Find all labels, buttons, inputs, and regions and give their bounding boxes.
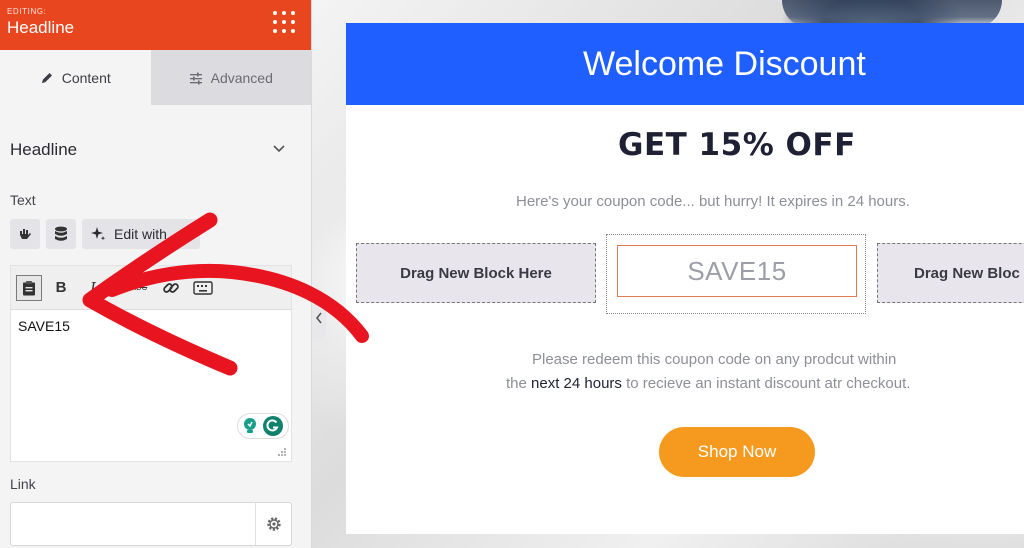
grid-menu-icon[interactable] xyxy=(273,11,295,33)
hands-icon xyxy=(20,229,31,239)
gear-icon xyxy=(266,517,281,531)
redeem-line-2: the next 24 hours to recieve an instant … xyxy=(506,372,966,396)
tab-content-label: Content xyxy=(61,69,111,86)
lightbulb-icon xyxy=(244,418,256,433)
section-title[interactable]: Headline xyxy=(10,140,77,160)
redeem-post: to recieve an instant discount atr check… xyxy=(621,375,911,392)
keyboard-icon xyxy=(193,280,213,295)
edit-with-label: Edit with xyxy=(114,226,167,242)
text-field-label: Text xyxy=(10,192,36,208)
shop-now-button[interactable]: Shop Now xyxy=(659,427,815,477)
coupon-code[interactable]: SAVE15 xyxy=(617,245,857,297)
tab-content[interactable]: Content xyxy=(0,50,151,105)
link-field-label: Link xyxy=(10,476,36,492)
connection-button[interactable] xyxy=(10,219,40,249)
editor-toolbar: B I ABC xyxy=(11,266,291,310)
bold-button[interactable]: B xyxy=(48,275,74,301)
chevron-left-icon xyxy=(315,312,322,324)
redeem-pre: the xyxy=(506,375,532,392)
sliders-icon xyxy=(189,72,202,84)
editor-content[interactable]: SAVE15 xyxy=(11,310,291,342)
clipboard-icon xyxy=(23,280,35,295)
paste-button[interactable] xyxy=(16,274,42,301)
link-button[interactable] xyxy=(158,275,184,301)
pencil-icon xyxy=(41,72,52,83)
edit-with-ai-button[interactable]: Edit with xyxy=(82,219,200,249)
redeem-text[interactable]: Please redeem this coupon code on any pr… xyxy=(506,348,966,396)
keyboard-button[interactable] xyxy=(190,275,216,301)
strikethrough-button[interactable]: ABC xyxy=(126,275,152,301)
grammarly-icon xyxy=(263,416,283,436)
resize-handle-icon[interactable] xyxy=(277,447,287,457)
tab-advanced[interactable]: Advanced xyxy=(150,50,311,105)
database-icon xyxy=(55,226,67,241)
chevron-down-icon[interactable] xyxy=(272,143,286,155)
popup-canvas: Welcome Discount GET 15% OFF Here's your… xyxy=(346,23,1024,534)
redeem-strong: next 24 hours xyxy=(531,375,622,392)
link-icon xyxy=(163,282,179,293)
popup-header[interactable]: Welcome Discount xyxy=(346,23,1024,105)
expiry-subtext[interactable]: Here's your coupon code... but hurry! It… xyxy=(516,193,910,210)
sidebar-collapse-handle[interactable] xyxy=(312,296,326,340)
sidebar-tabs: Content Advanced xyxy=(0,50,311,105)
sidebar-title: Headline xyxy=(7,18,75,37)
coupon-block[interactable]: SAVE15 xyxy=(606,234,866,314)
drag-block-placeholder-right[interactable]: Drag New Bloc xyxy=(877,243,1024,303)
link-settings-button[interactable] xyxy=(255,503,291,545)
redeem-line-1: Please redeem this coupon code on any pr… xyxy=(532,351,897,368)
discount-headline[interactable]: GET 15% OFF xyxy=(346,127,1024,163)
tab-advanced-label: Advanced xyxy=(210,69,273,86)
database-button[interactable] xyxy=(46,219,76,249)
editing-kicker: EDITING: xyxy=(7,7,47,16)
text-editor: B I ABC SAVE15 xyxy=(10,265,292,462)
italic-button[interactable]: I xyxy=(80,275,106,301)
sidebar-header: EDITING: Headline xyxy=(0,0,311,50)
drag-block-placeholder-left[interactable]: Drag New Block Here xyxy=(356,243,596,303)
link-input[interactable] xyxy=(10,502,292,546)
sparkle-icon xyxy=(91,227,106,241)
assistant-widget[interactable] xyxy=(237,413,289,439)
